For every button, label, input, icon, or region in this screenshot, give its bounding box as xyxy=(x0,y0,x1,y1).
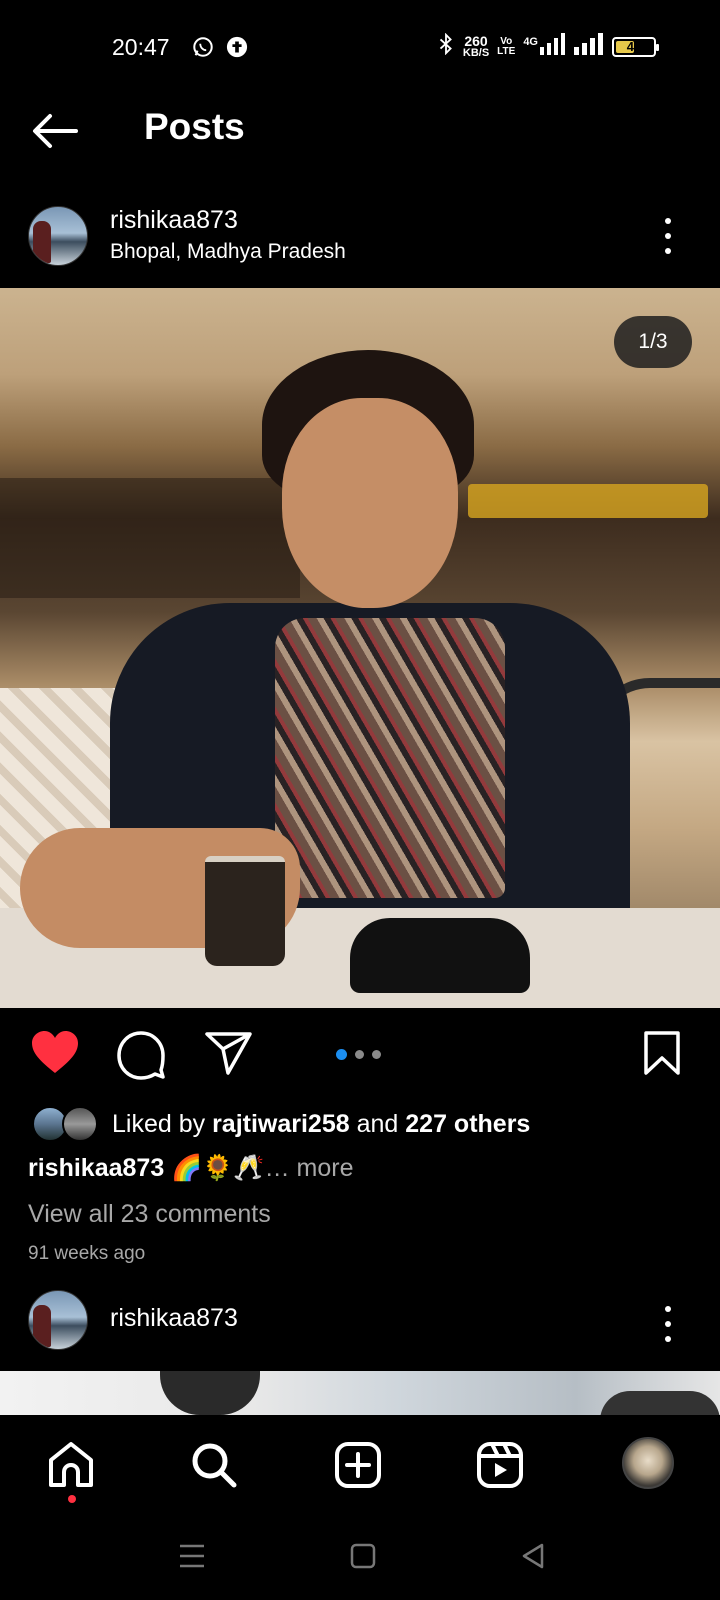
search-icon xyxy=(192,1443,237,1488)
reels-icon xyxy=(477,1442,523,1488)
volte-indicator: Vo LTE xyxy=(497,35,516,57)
save-button[interactable] xyxy=(642,1030,690,1078)
next-post-photo[interactable] xyxy=(0,1371,720,1415)
top-app-bar: Posts xyxy=(0,96,720,166)
bluetooth-icon xyxy=(437,32,455,60)
likes-count[interactable]: 227 others xyxy=(405,1110,530,1138)
heart-filled-icon xyxy=(32,1031,78,1073)
post-photo[interactable]: 1/3 xyxy=(0,288,720,1008)
caption-username[interactable]: rishikaa873 xyxy=(28,1154,164,1182)
view-comments-link[interactable]: View all 23 comments xyxy=(28,1200,271,1229)
post-location[interactable]: Bhopal, Madhya Pradesh xyxy=(110,240,346,264)
post-timestamp: 91 weeks ago xyxy=(28,1243,146,1264)
status-time: 20:47 xyxy=(112,34,170,60)
battery-icon: 47 xyxy=(612,36,659,57)
more-options-button[interactable] xyxy=(662,1306,674,1342)
signal-icon-sim2 xyxy=(574,33,604,60)
bottom-navigation xyxy=(0,1415,720,1515)
status-right-group: 260 KB/S Vo LTE 4G 47 xyxy=(437,32,659,60)
avatar[interactable] xyxy=(28,1290,88,1350)
home-icon xyxy=(49,1442,93,1487)
carousel-counter: 1/3 xyxy=(614,316,692,368)
net-speed: 260 KB/S xyxy=(462,33,490,59)
nav-search-button[interactable] xyxy=(190,1441,240,1491)
signal-icon-sim1 xyxy=(540,33,566,60)
carousel-indicator xyxy=(336,1049,381,1060)
plus-square-icon xyxy=(335,1442,381,1488)
nav-home-button[interactable] xyxy=(46,1441,96,1491)
like-button[interactable] xyxy=(30,1030,78,1078)
status-bar: 20:47 260 KB/S Vo LTE 4G 47 xyxy=(0,0,720,96)
post-caption[interactable]: rishikaa873 🌈🌻🥂… more xyxy=(28,1154,353,1183)
post-header: rishikaa873 Bhopal, Madhya Pradesh xyxy=(0,196,720,276)
carousel-dot xyxy=(336,1049,347,1060)
three-dots-vertical-icon xyxy=(665,1306,671,1312)
bookmark-icon xyxy=(644,1031,680,1075)
share-button[interactable] xyxy=(204,1030,252,1078)
back-triangle-icon[interactable] xyxy=(520,1543,546,1574)
post-username[interactable]: rishikaa873 xyxy=(110,1304,238,1333)
nav-create-button[interactable] xyxy=(334,1441,384,1491)
likes-text: Liked by rajtiwari258 and 227 others xyxy=(112,1109,531,1138)
caption-emojis: 🌈🌻🥂 xyxy=(171,1154,265,1182)
three-dots-vertical-icon xyxy=(665,218,671,224)
likes-summary[interactable]: Liked by rajtiwari258 and 227 others xyxy=(32,1104,530,1144)
network-type: 4G xyxy=(523,35,538,48)
system-navigation-bar xyxy=(0,1515,720,1600)
liked-by-user[interactable]: rajtiwari258 xyxy=(212,1110,350,1138)
back-button[interactable] xyxy=(30,111,80,151)
post-username[interactable]: rishikaa873 xyxy=(110,206,238,235)
comment-button[interactable] xyxy=(116,1030,165,1080)
next-post-header: rishikaa873 xyxy=(0,1276,720,1356)
post-actions xyxy=(0,1008,720,1098)
caption-more-link[interactable]: … more xyxy=(265,1154,354,1182)
more-options-button[interactable] xyxy=(662,218,674,254)
notification-dot xyxy=(68,1495,76,1503)
whatsapp-icon xyxy=(192,36,214,63)
paper-plane-icon xyxy=(205,1032,252,1075)
avatar xyxy=(62,1106,98,1142)
notification-app-icon xyxy=(226,36,248,63)
arrow-left-icon xyxy=(33,114,78,148)
carousel-dot xyxy=(372,1050,381,1059)
nav-reels-button[interactable] xyxy=(476,1441,526,1491)
home-square-icon[interactable] xyxy=(350,1543,376,1574)
nav-profile-avatar[interactable] xyxy=(622,1437,674,1489)
liker-avatars xyxy=(32,1106,106,1142)
carousel-dot xyxy=(355,1050,364,1059)
speech-bubble-icon xyxy=(117,1031,165,1080)
recents-menu-icon[interactable] xyxy=(178,1543,206,1574)
avatar[interactable] xyxy=(28,206,88,266)
page-title: Posts xyxy=(144,106,245,147)
